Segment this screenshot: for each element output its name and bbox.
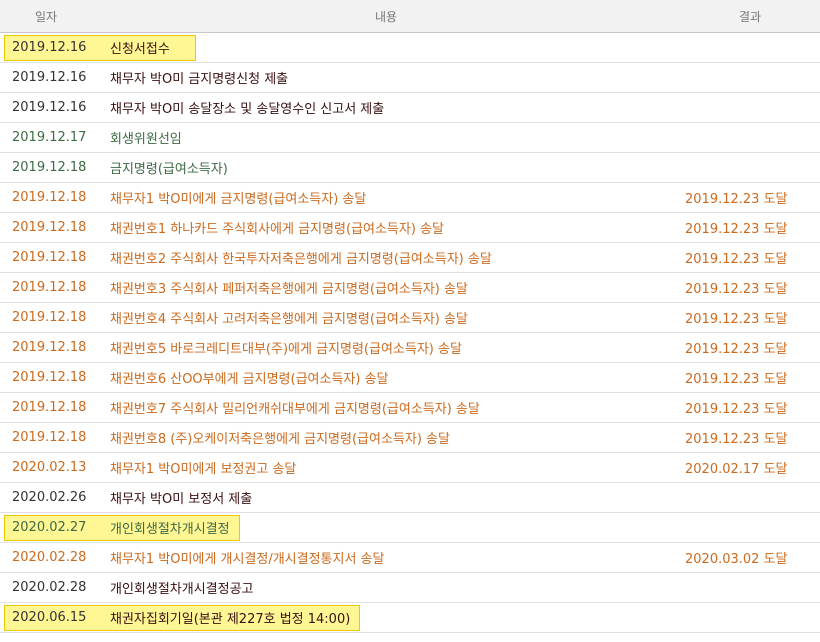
row-result: 2019.12.23 도달 [685,372,788,387]
row-date: 2019.12.18 [12,370,87,385]
row-date: 2020.02.27 [12,520,87,535]
table-row: 2019.12.18 채권번호7 주식회사 밀리언캐쉬대부에게 금지명령(급여소득… [0,393,820,423]
header-content: 내용 [374,9,398,24]
table-row: 2020.02.27 개인회생절차개시결정 [0,513,820,543]
table-row: 2019.12.18 채권번호3 주식회사 페퍼저축은행에게 금지명령(급여소득자… [0,273,820,303]
row-date: 2019.12.18 [12,400,87,415]
row-content: 채권번호2 주식회사 한국투자저축은행에게 금지명령(급여소득자) 송달 [110,252,492,267]
row-content: 채무자 박O미 송달장소 및 송달영수인 신고서 제출 [110,102,385,117]
row-result: 2019.12.23 도달 [685,432,788,447]
table-row: 2019.12.18 채권번호4 주식회사 고려저축은행에게 금지명령(급여소득자… [0,303,820,333]
row-content: 채권번호7 주식회사 밀리언캐쉬대부에게 금지명령(급여소득자) 송달 [110,402,480,417]
table-row: 2020.02.28 개인회생절차개시결정공고 [0,573,820,603]
table-row: 2019.12.18 채무자1 박O미에게 금지명령(급여소득자) 송달 2019.… [0,183,820,213]
table-row: 2019.12.18 채권번호6 산OO부에게 금지명령(급여소득자) 송달 201… [0,363,820,393]
row-date: 2019.12.18 [12,310,87,325]
row-date: 2019.12.18 [12,280,87,295]
table-row: 2020.06.15 채권자집회기일(본관 제227호 법정 14:00) [0,603,820,633]
row-date: 2019.12.18 [12,340,87,355]
table-row: 2020.02.13 채무자1 박O미에게 보정권고 송달 2020.02.17 도… [0,453,820,483]
row-date: 2019.12.18 [12,220,87,235]
table-row: 2019.12.16 채무자 박O미 송달장소 및 송달영수인 신고서 제출 [0,93,820,123]
table-row: 2019.12.18 채권번호5 바로크레디트대부(주)에게 금지명령(급여소득자… [0,333,820,363]
row-date: 2020.02.28 [12,580,87,595]
table-row: 2019.12.17 회생위원선임 [0,123,820,153]
row-content: 회생위원선임 [110,132,182,147]
row-content: 채권번호1 하나카드 주식회사에게 금지명령(급여소득자) 송달 [110,222,444,237]
table-header: 일자 내용 결과 [0,0,820,33]
row-content: 신청서접수 [110,42,170,57]
row-result: 2019.12.23 도달 [685,192,788,207]
header-result: 결과 [738,9,762,24]
row-date: 2020.06.15 [12,610,87,625]
table-row: 2019.12.16 신청서접수 [0,33,820,63]
row-content: 채권번호6 산OO부에게 금지명령(급여소득자) 송달 [110,372,389,387]
row-result: 2019.12.23 도달 [685,402,788,417]
row-content: 채무자 박O미 금지명령신청 제출 [110,72,289,87]
row-result: 2019.12.23 도달 [685,342,788,357]
row-content: 채무자 박O미 보정서 제출 [110,492,253,507]
row-content: 채무자1 박O미에게 개시결정/개시결정통지서 송달 [110,552,385,567]
row-result: 2019.12.23 도달 [685,282,788,297]
table-row: 2019.12.16 채무자 박O미 금지명령신청 제출 [0,63,820,93]
case-progress-table: 일자 내용 결과 2019.12.16 신청서접수 2019.12.16 채무자 박O… [0,0,820,633]
row-content: 채권자집회기일(본관 제227호 법정 14:00) [110,612,351,627]
row-date: 2019.12.16 [12,70,87,85]
row-date: 2019.12.16 [12,100,87,115]
row-date: 2019.12.17 [12,130,87,145]
table-body: 2019.12.16 신청서접수 2019.12.16 채무자 박O미 금지명령신청 … [0,33,820,633]
row-date: 2020.02.13 [12,460,87,475]
table-row: 2020.02.28 채무자1 박O미에게 개시결정/개시결정통지서 송달 2020… [0,543,820,573]
row-result: 2020.02.17 도달 [685,462,788,477]
row-date: 2019.12.18 [12,160,87,175]
row-content: 채무자1 박O미에게 보정권고 송달 [110,462,297,477]
row-result: 2019.12.23 도달 [685,252,788,267]
row-content: 개인회생절차개시결정 [110,522,230,537]
row-content: 채권번호8 (주)오케이저축은행에게 금지명령(급여소득자) 송달 [110,432,450,447]
row-content: 채무자1 박O미에게 금지명령(급여소득자) 송달 [110,192,367,207]
table-row: 2019.12.18 채권번호2 주식회사 한국투자저축은행에게 금지명령(급여소… [0,243,820,273]
row-date: 2019.12.18 [12,190,87,205]
row-date: 2020.02.28 [12,550,87,565]
header-date: 일자 [34,9,58,24]
row-content: 채권번호3 주식회사 페퍼저축은행에게 금지명령(급여소득자) 송달 [110,282,468,297]
row-content: 금지명령(급여소득자) [110,162,228,177]
table-row: 2019.12.18 금지명령(급여소득자) [0,153,820,183]
table-row: 2019.12.18 채권번호8 (주)오케이저축은행에게 금지명령(급여소득자)… [0,423,820,453]
row-date: 2019.12.18 [12,430,87,445]
row-result: 2020.03.02 도달 [685,552,788,567]
row-result: 2019.12.23 도달 [685,312,788,327]
row-date: 2019.12.16 [12,40,87,55]
row-content: 채권번호5 바로크레디트대부(주)에게 금지명령(급여소득자) 송달 [110,342,462,357]
row-result: 2019.12.23 도달 [685,222,788,237]
row-date: 2019.12.18 [12,250,87,265]
table-row: 2019.12.18 채권번호1 하나카드 주식회사에게 금지명령(급여소득자) … [0,213,820,243]
row-content: 개인회생절차개시결정공고 [110,582,254,597]
row-content: 채권번호4 주식회사 고려저축은행에게 금지명령(급여소득자) 송달 [110,312,468,327]
row-date: 2020.02.26 [12,490,87,505]
table-row: 2020.02.26 채무자 박O미 보정서 제출 [0,483,820,513]
